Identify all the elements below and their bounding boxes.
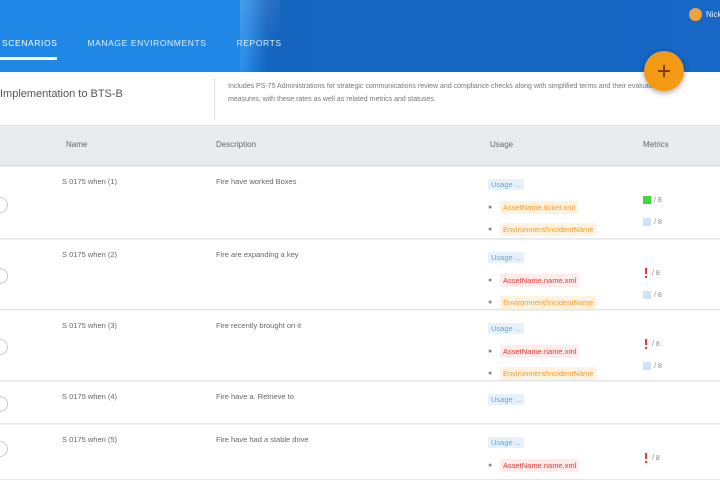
row-description: Fire have had a stable drive (216, 435, 309, 444)
page-title: Implementation to BTS-B (0, 88, 123, 100)
metrics-cell: / 8 (643, 447, 660, 469)
table-row[interactable]: S 0175 when (1) Fire have worked Boxes U… (0, 167, 720, 239)
row-select-icon[interactable] (0, 339, 8, 355)
column-header-description[interactable]: Description (216, 140, 256, 149)
usage-link[interactable]: Usage ... (488, 437, 525, 448)
column-header-name[interactable]: Name (66, 140, 87, 149)
metric-value: / 8 (654, 362, 662, 370)
usage-tag[interactable]: Environment/IncidentName (500, 222, 597, 236)
tab-reports[interactable]: Reports (237, 34, 282, 60)
status-green-icon (643, 196, 651, 204)
usage-cell: Usage ... ● AssetName.name.xml ● Environ… (488, 247, 597, 313)
metric-item: / 8 (643, 262, 662, 284)
usage-tag[interactable]: AssetName.name.xml (500, 344, 580, 358)
bullet-icon: ● (488, 347, 493, 355)
user-menu[interactable]: Nick (689, 8, 720, 21)
divider (214, 78, 215, 120)
metric-item: / 8 (643, 447, 660, 469)
tab-manage-environments[interactable]: Manage Environments (87, 34, 206, 60)
metric-item: / 8 (643, 333, 662, 355)
usage-cell: Usage ... ● AssetName.name.xml ● Environ… (488, 318, 597, 384)
row-name[interactable]: S 0175 when (4) (62, 392, 117, 401)
usage-item: ● AssetName.name.xml (488, 454, 580, 476)
usage-cell: Usage ... (488, 389, 525, 411)
warning-icon (643, 339, 649, 349)
column-header-metrics[interactable]: Metrics (643, 140, 669, 149)
warning-icon (643, 268, 649, 278)
bullet-icon: ● (488, 298, 493, 306)
column-header-usage[interactable]: Usage (490, 140, 513, 149)
row-name[interactable]: S 0175 when (5) (62, 435, 117, 444)
table-header: Name Description Usage Metrics (0, 126, 720, 166)
info-bar: Implementation to BTS-B Includes PS-75 A… (0, 72, 720, 126)
usage-item: ● Environment/IncidentName (488, 362, 597, 384)
usage-cell: Usage ... ● AssetName.ticket.xml ● Envir… (488, 174, 597, 240)
avatar[interactable] (689, 8, 702, 21)
row-name[interactable]: S 0175 when (3) (62, 321, 117, 330)
usage-item: ● Environment/IncidentName (488, 291, 597, 313)
plus-icon (658, 65, 670, 77)
usage-item: ● Environment/IncidentName (488, 218, 597, 240)
metric-item: / 8 (643, 284, 662, 306)
metrics-cell: / 8 / 8 (643, 189, 662, 233)
metric-item: / 8 (643, 189, 662, 211)
usage-item: ● AssetName.name.xml (488, 340, 596, 362)
row-description: Fire have worked Boxes (216, 177, 297, 186)
bullet-icon: ● (488, 276, 493, 284)
row-select-icon[interactable] (0, 396, 8, 412)
row-description: Fire recently brought on it (216, 321, 302, 330)
table-row[interactable]: S 0175 when (4) Fire have a. Retrieve to… (0, 382, 720, 424)
row-name[interactable]: S 0175 when (1) (62, 177, 117, 186)
app-header: Scenarios Manage Environments Reports Ni… (0, 0, 720, 72)
tab-scenarios[interactable]: Scenarios (0, 34, 58, 60)
usage-tag[interactable]: AssetName.name.xml (500, 458, 580, 472)
row-select-icon[interactable] (0, 197, 8, 213)
metric-value: / 8 (654, 218, 662, 226)
usage-cell: Usage ... ● AssetName.name.xml (488, 432, 580, 476)
row-select-icon[interactable] (0, 441, 8, 457)
usage-link[interactable]: Usage ... (488, 323, 525, 334)
status-neutral-icon (643, 291, 651, 299)
row-description: Fire are expanding a key (216, 250, 299, 259)
user-name[interactable]: Nick (706, 10, 720, 19)
table-row[interactable]: S 0175 when (2) Fire are expanding a key… (0, 240, 720, 310)
page-description: Includes PS-75 Administrations for strat… (228, 83, 660, 103)
usage-item: ● AssetName.name.xml (488, 269, 596, 291)
bullet-icon: ● (488, 203, 493, 211)
usage-tag[interactable]: Environment/IncidentName (500, 366, 597, 380)
metric-item: / 8 (643, 211, 662, 233)
usage-tag[interactable]: AssetName.name.xml (500, 273, 580, 287)
metric-value: / 8 (652, 269, 660, 277)
metric-value: / 8 (654, 291, 662, 299)
table-row[interactable]: S 0175 when (3) Fire recently brought on… (0, 311, 720, 381)
warning-icon (643, 453, 649, 463)
usage-link[interactable]: Usage ... (488, 179, 525, 190)
status-neutral-icon (643, 218, 651, 226)
metric-value: / 8 (652, 454, 660, 462)
add-button[interactable] (644, 51, 684, 91)
table-row[interactable]: S 0175 when (5) Fire have had a stable d… (0, 425, 720, 480)
nav-tabs: Scenarios Manage Environments Reports (0, 34, 312, 60)
usage-link[interactable]: Usage ... (488, 252, 525, 263)
usage-link[interactable]: Usage ... (488, 394, 525, 405)
metrics-cell: / 8 / 8 (643, 333, 662, 377)
metric-value: / 8 (652, 340, 660, 348)
metric-value: / 8 (654, 196, 662, 204)
status-neutral-icon (643, 362, 651, 370)
bullet-icon: ● (488, 369, 493, 377)
usage-tag[interactable]: Environment/IncidentName (500, 295, 597, 309)
metrics-cell: / 8 / 8 (643, 262, 662, 306)
metric-item: / 8 (643, 355, 662, 377)
row-select-icon[interactable] (0, 268, 8, 284)
usage-item: ● AssetName.ticket.xml (488, 196, 596, 218)
usage-tag[interactable]: AssetName.ticket.xml (500, 200, 579, 214)
bullet-icon: ● (488, 461, 493, 469)
row-name[interactable]: S 0175 when (2) (62, 250, 117, 259)
bullet-icon: ● (488, 225, 493, 233)
row-description: Fire have a. Retrieve to (216, 392, 294, 401)
